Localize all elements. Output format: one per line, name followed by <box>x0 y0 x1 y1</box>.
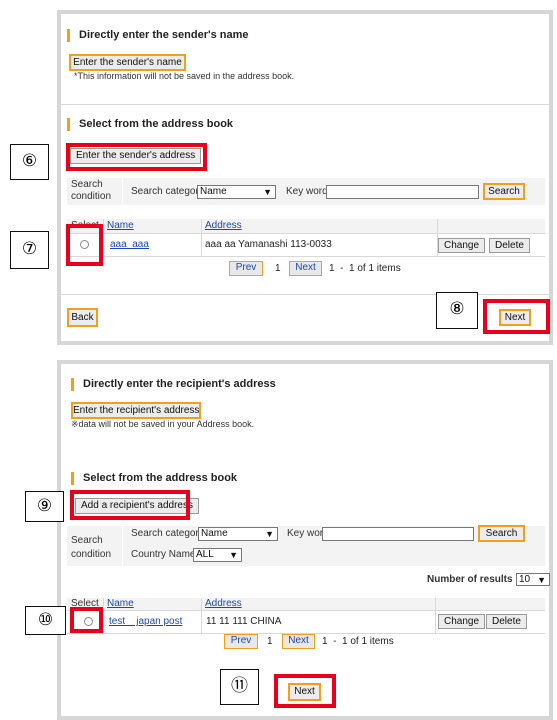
recipient-table-header <box>67 598 545 610</box>
sender-divider <box>61 104 549 105</box>
results-count-label: Number of results <box>427 574 513 585</box>
sender-name-note: *This information will not be saved in t… <box>74 71 295 81</box>
sender-row-address: aaa aa Yamanashi 113-0033 <box>205 239 332 250</box>
sender-keyword-label: Key word <box>286 186 328 197</box>
recipient-search-category-label: Search category <box>131 528 204 539</box>
step-6-marker: ⑥ <box>10 144 49 180</box>
step-11-marker: ⑪ <box>220 669 259 705</box>
recipient-search-button[interactable]: Search <box>478 525 525 542</box>
recipient-next-page-button[interactable]: Next <box>282 634 315 649</box>
step-10-marker: ⑩ <box>25 606 66 635</box>
sender-col-address[interactable]: Address <box>205 220 242 231</box>
country-name-select[interactable]: ALL ▼ <box>193 548 242 562</box>
sender-delete-button[interactable]: Delete <box>489 238 530 253</box>
sender-direct-title: Directly enter the sender's name <box>67 29 249 42</box>
sender-pager-info: 1 - 1 of 1 items <box>329 263 401 274</box>
step-7-marker: ⑦ <box>10 231 49 269</box>
step-10-highlight <box>70 607 103 633</box>
recipient-row-name[interactable]: test japan post <box>109 616 182 627</box>
recipient-prev-button[interactable]: Prev <box>224 634 258 649</box>
sender-page-number: 1 <box>275 263 281 274</box>
enter-sender-name-button[interactable]: Enter the sender's name <box>69 54 186 71</box>
results-count-select[interactable]: 10 ▼ <box>516 573 550 586</box>
sender-prev-button[interactable]: Prev <box>229 261 263 276</box>
recipient-page-number: 1 <box>267 636 273 647</box>
recipient-delete-button[interactable]: Delete <box>486 614 527 629</box>
recipient-search-category-select[interactable]: Name ▼ <box>198 527 278 541</box>
chevron-down-icon: ▼ <box>537 575 546 585</box>
sender-search-category-label: Search category <box>131 186 204 197</box>
recipient-col-name[interactable]: Name <box>107 598 134 609</box>
step-8-marker: ⑧ <box>436 292 478 329</box>
chevron-down-icon: ▼ <box>229 550 238 560</box>
recipient-search-condition-label: Search condition <box>71 535 112 560</box>
sender-search-category-select[interactable]: Name ▼ <box>197 185 276 199</box>
country-name-label: Country Name <box>131 549 196 560</box>
sender-next-page-button[interactable]: Next <box>289 261 322 276</box>
recipient-pager-info: 1 - 1 of 1 items <box>322 636 394 647</box>
recipient-address-note: ※data will not be saved in your Address … <box>71 419 255 429</box>
back-button[interactable]: Back <box>67 308 98 327</box>
recipient-col-address[interactable]: Address <box>205 598 242 609</box>
sender-row-name[interactable]: aaa aaa <box>110 239 149 250</box>
step-9-marker: ⑨ <box>25 491 64 522</box>
chevron-down-icon: ▼ <box>265 529 274 539</box>
sender-change-button[interactable]: Change <box>438 238 486 253</box>
recipient-keyword-input[interactable] <box>322 527 474 541</box>
recipient-change-button[interactable]: Change <box>438 614 486 629</box>
step-6-highlight <box>66 143 207 171</box>
enter-recipient-address-button[interactable]: Enter the recipient's address <box>71 402 201 419</box>
recipient-book-title: Select from the address book <box>71 472 237 485</box>
recipient-direct-title: Directly enter the recipient's address <box>71 378 276 391</box>
chevron-down-icon: ▼ <box>263 187 272 197</box>
sender-search-button[interactable]: Search <box>483 183 525 200</box>
step-9-highlight <box>70 490 190 520</box>
sender-table-header <box>67 219 545 233</box>
recipient-row-address: 11 11 111 CHINA <box>206 616 282 627</box>
sender-book-title: Select from the address book <box>67 118 233 131</box>
recipient-next-button[interactable]: Next <box>288 683 321 701</box>
sender-keyword-input[interactable] <box>326 185 479 199</box>
step-7-highlight <box>66 224 103 266</box>
sender-next-button[interactable]: Next <box>499 309 531 326</box>
sender-col-name[interactable]: Name <box>107 220 134 231</box>
sender-search-condition-label: Search condition <box>71 179 112 202</box>
